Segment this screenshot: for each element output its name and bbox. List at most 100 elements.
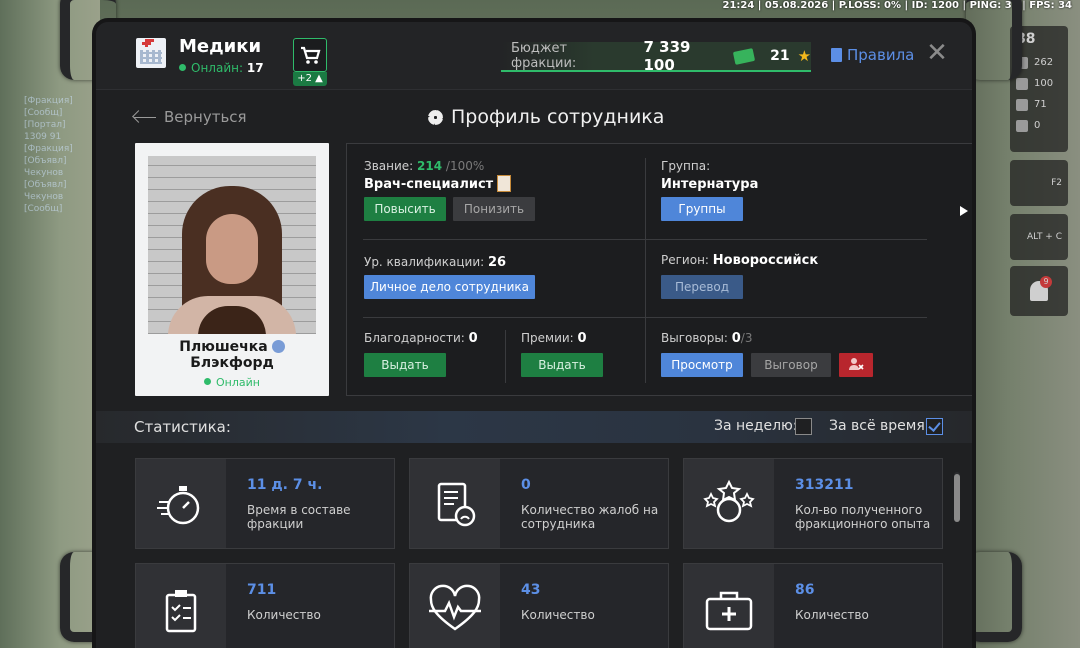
rules-label: Правила xyxy=(847,46,915,64)
divider xyxy=(645,158,646,383)
close-icon[interactable]: ✕ xyxy=(926,40,948,66)
alltime-filter-label: За всё время: xyxy=(829,418,930,434)
divider xyxy=(505,330,506,383)
employee-photo-card: Плюшечка Блэкфорд Онлайн xyxy=(135,143,329,396)
thanks-row: Благодарности: 0 xyxy=(364,331,478,346)
stat-value: 11 д. 7 ч. xyxy=(247,477,323,493)
alltime-filter-checkbox[interactable] xyxy=(926,418,943,435)
clipboard-checklist-icon xyxy=(165,589,197,632)
stat-value: 86 xyxy=(795,582,815,598)
health-icon xyxy=(1016,77,1028,90)
qualification-label: Ур. квалификации: xyxy=(364,255,485,269)
user-verified-icon xyxy=(271,340,285,353)
notification-bell[interactable]: 9 xyxy=(1010,266,1068,316)
stat-card: 43 Количество xyxy=(409,563,669,648)
rank-row: Звание: 214 /100% xyxy=(364,159,484,173)
thanks-value: 0 xyxy=(468,331,478,346)
scrollbar-thumb[interactable] xyxy=(954,474,960,522)
bonus-value: 0 xyxy=(577,331,587,346)
reprimand-max: /3 xyxy=(740,331,753,345)
region-name: Новороссийск xyxy=(712,253,819,268)
give-bonus-button[interactable]: Выдать xyxy=(521,353,603,377)
week-filter-label: За неделю: xyxy=(714,418,798,434)
hud-value: 0 xyxy=(1034,120,1041,131)
rank-badge-icon xyxy=(497,175,511,192)
stat-description: Время в составе фракции xyxy=(247,503,351,531)
budget-value: 7 339 100 xyxy=(643,38,691,74)
stat-value: 0 xyxy=(521,477,531,493)
cart-badge-text: +2 xyxy=(297,73,312,84)
view-reprimands-button[interactable]: Просмотр xyxy=(661,353,743,377)
stat-description: Кол-во полученного фракционного опыта xyxy=(795,503,931,531)
stats-title: Статистика: xyxy=(134,418,231,436)
page-title: Профиль сотрудника xyxy=(428,106,664,128)
gear-icon xyxy=(428,109,443,125)
faction-online: Онлайн: 17 xyxy=(179,61,264,75)
give-thanks-button[interactable]: Выдать xyxy=(364,353,446,377)
employee-first-name: Плюшечка xyxy=(179,339,268,355)
groups-button[interactable]: Группы xyxy=(661,197,743,221)
divider xyxy=(363,317,663,318)
divider xyxy=(645,317,927,318)
stat-card: 711 Количество xyxy=(135,563,395,648)
reprimand-row: Выговоры: 0/3 xyxy=(661,331,752,346)
stars-value: 21 xyxy=(770,48,790,64)
frame-corner-tr xyxy=(966,0,1022,80)
group-label: Группа: xyxy=(661,159,711,173)
region-row: Регион: Новороссийск xyxy=(661,253,818,268)
faction-title: Медики xyxy=(179,36,262,57)
heartbeat-icon xyxy=(429,584,481,631)
stat-card: 313211 Кол-во полученного фракционного о… xyxy=(683,458,943,549)
stat-description: Количество xyxy=(521,608,595,622)
personal-file-button[interactable]: Личное дело сотрудника xyxy=(364,275,535,299)
hud-key-hint: F2 xyxy=(1010,160,1068,206)
online-dot-icon xyxy=(179,64,186,71)
faction-panel: Медики Онлайн: 17 +2 ▲ Бюджет фракции: 7… xyxy=(96,22,972,648)
qualification-row: Ур. квалификации: 26 xyxy=(364,255,506,270)
stopwatch-icon xyxy=(157,485,200,524)
reprimand-button[interactable]: Выговор xyxy=(751,353,831,377)
online-dot-icon xyxy=(204,378,212,385)
hud-value: 71 xyxy=(1034,99,1047,110)
transfer-button[interactable]: Перевод xyxy=(661,275,743,299)
money-icon xyxy=(733,47,756,65)
stat-card: 0 Количество жалоб на сотрудника xyxy=(409,458,669,549)
employee-last-name: Блэкфорд xyxy=(190,355,274,371)
document-icon xyxy=(831,48,842,62)
stat-description: Количество xyxy=(247,608,321,622)
hunger-icon xyxy=(1016,98,1028,111)
back-button[interactable]: Вернуться xyxy=(134,108,247,126)
rank-label: Звание: xyxy=(364,159,414,173)
key-hint: F2 xyxy=(1051,178,1062,188)
panel-header: Медики Онлайн: 17 +2 ▲ Бюджет фракции: 7… xyxy=(96,22,972,90)
employee-status: Онлайн xyxy=(135,376,329,389)
online-count: 17 xyxy=(246,61,264,75)
hud-value: 100 xyxy=(1034,78,1054,89)
complaint-doc-icon xyxy=(437,482,476,526)
reprimand-label: Выговоры: xyxy=(661,331,728,345)
thanks-label: Благодарности: xyxy=(364,331,465,345)
rank-progress: 214 xyxy=(417,159,443,173)
online-label: Онлайн: xyxy=(191,61,244,75)
divider xyxy=(363,239,663,240)
promote-button[interactable]: Повысить xyxy=(364,197,446,221)
faction-budget: Бюджет фракции: 7 339 100 21 ★ xyxy=(501,38,811,74)
week-filter-checkbox[interactable] xyxy=(795,418,812,435)
employee-mugshot xyxy=(148,156,316,334)
stat-card: 86 Количество xyxy=(683,563,943,648)
budget-label: Бюджет фракции: xyxy=(511,41,577,71)
rank-max: /100% xyxy=(445,159,485,173)
cart-badge: +2 ▲ xyxy=(293,72,327,86)
mouse-cursor xyxy=(960,206,968,216)
demote-button[interactable]: Понизить xyxy=(453,197,535,221)
qualification-value: 26 xyxy=(488,255,507,270)
key-hint: ALT + C xyxy=(1027,232,1062,242)
frame-corner-br xyxy=(966,552,1022,642)
rules-link[interactable]: Правила xyxy=(831,46,914,64)
remove-user-button[interactable] xyxy=(839,353,873,377)
shop-cart-button[interactable] xyxy=(293,38,327,72)
region-label: Регион: xyxy=(661,253,709,267)
employee-name: Плюшечка Блэкфорд xyxy=(135,339,329,371)
page-title-text: Профиль сотрудника xyxy=(451,106,665,128)
exp-stars-icon xyxy=(703,479,755,522)
